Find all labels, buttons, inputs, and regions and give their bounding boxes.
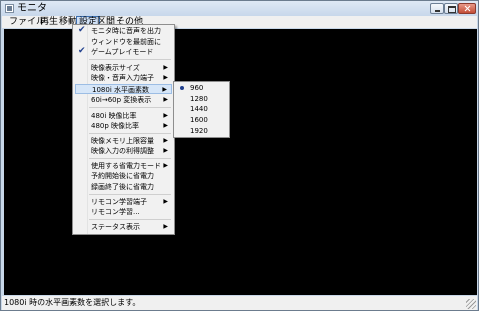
submenu-option-1920[interactable]: 1920 <box>176 126 229 136</box>
menu-item-480p-ratio[interactable]: 480p 映像比率 ▶ <box>75 121 172 131</box>
menu-separator <box>89 133 171 134</box>
submenu-option-1440[interactable]: 1440 <box>176 104 229 114</box>
menu-separator <box>89 158 171 159</box>
minimize-button[interactable] <box>430 3 444 14</box>
menu-separator <box>89 219 171 220</box>
menu-item-1080i-pixels[interactable]: 1080i 水平画素数 ▶ <box>75 84 172 94</box>
submenu-arrow-icon: ▶ <box>163 162 168 169</box>
menu-separator <box>89 194 171 195</box>
app-icon <box>5 4 14 13</box>
pixel-count-submenu: 960 1280 1440 1600 1920 <box>173 81 230 138</box>
menu-item-power-after-recording[interactable]: 録画終了後に省電力 <box>75 182 172 192</box>
maximize-button[interactable] <box>444 3 458 14</box>
status-text: 1080i 時の水平画素数を選択します。 <box>4 298 141 307</box>
submenu-arrow-icon: ▶ <box>163 147 168 154</box>
window-title: モニタ <box>17 3 47 14</box>
menu-item-always-on-top[interactable]: ウィンドウを最前面に <box>75 37 172 47</box>
menu-item-remote-learning[interactable]: リモコン学習... <box>75 207 172 217</box>
menu-item-gain-adjust[interactable]: 映像入力の利得調整 ▶ <box>75 146 172 156</box>
close-button[interactable] <box>458 3 476 14</box>
menu-item-game-mode[interactable]: ✔ ゲームプレイモード <box>75 46 172 57</box>
menu-item-remote-terminal[interactable]: リモコン学習端子 ▶ <box>75 197 172 207</box>
checkmark-icon: ✔ <box>78 25 86 35</box>
submenu-option-1600[interactable]: 1600 <box>176 115 229 125</box>
menu-item-power-after-reservation[interactable]: 予約開始後に省電力 <box>75 171 172 181</box>
resize-grip-icon[interactable] <box>466 299 476 309</box>
checkmark-icon: ✔ <box>78 46 86 56</box>
menu-item-memory-limit[interactable]: 映像メモリ上限容量 ▶ <box>75 136 172 146</box>
menu-item-power-mode[interactable]: 使用する省電力モード ▶ <box>75 161 172 171</box>
menu-separator <box>89 59 171 60</box>
submenu-option-1280[interactable]: 1280 <box>176 94 229 104</box>
submenu-arrow-icon: ▶ <box>163 122 168 129</box>
menu-item-input-terminal[interactable]: 映像・音声入力端子 ▶ <box>75 73 172 83</box>
menu-item-status-display[interactable]: ステータス表示 ▶ <box>75 222 172 232</box>
status-bar: 1080i 時の水平画素数を選択します。 <box>2 296 477 310</box>
submenu-arrow-icon: ▶ <box>162 86 167 93</box>
submenu-arrow-icon: ▶ <box>163 74 168 81</box>
menu-item-display-size[interactable]: 映像表示サイズ ▶ <box>75 63 172 73</box>
submenu-option-960[interactable]: 960 <box>176 83 229 93</box>
title-bar[interactable]: モニタ <box>1 1 478 17</box>
menu-separator <box>89 107 171 108</box>
submenu-arrow-icon: ▶ <box>163 198 168 205</box>
submenu-arrow-icon: ▶ <box>163 112 168 119</box>
submenu-arrow-icon: ▶ <box>163 223 168 230</box>
submenu-arrow-icon: ▶ <box>163 96 168 103</box>
menu-item-60i-60p[interactable]: 60i→60p 変換表示 ▶ <box>75 95 172 105</box>
menu-item-audio-output[interactable]: ✔ モニタ時に音声を出力 <box>75 25 172 36</box>
radio-bullet-icon <box>180 86 184 90</box>
menu-item-480i-ratio[interactable]: 480i 映像比率 ▶ <box>75 111 172 121</box>
submenu-arrow-icon: ▶ <box>163 137 168 144</box>
settings-dropdown: ✔ モニタ時に音声を出力 ウィンドウを最前面に ✔ ゲームプレイモード 映像表示… <box>72 24 175 235</box>
submenu-arrow-icon: ▶ <box>163 64 168 71</box>
